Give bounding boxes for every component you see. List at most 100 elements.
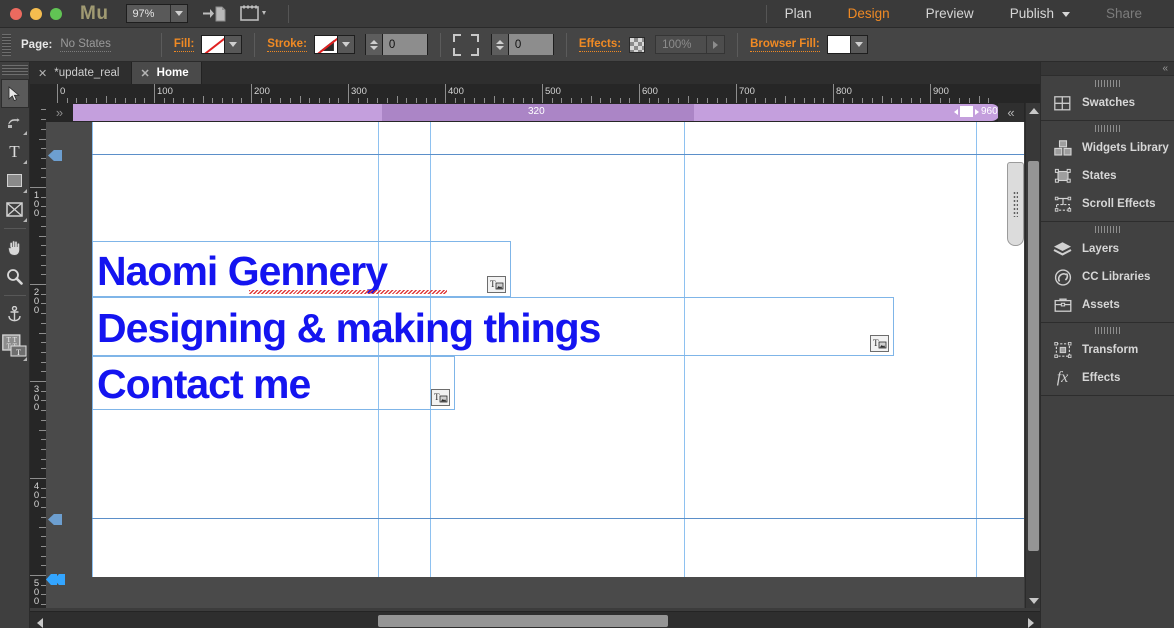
breakpoint-marker-960[interactable]: 960 (954, 106, 998, 117)
design-canvas[interactable]: Naomi Gennery T Designing & making thing… (46, 122, 1024, 608)
page-bottom-marker[interactable] (46, 574, 65, 585)
rectangle-tool[interactable] (1, 166, 29, 195)
corner-radius-stepper[interactable]: 0 (490, 34, 554, 55)
stroke-dropdown-button[interactable] (337, 35, 355, 54)
text-frame-headline[interactable]: Naomi Gennery T (92, 241, 511, 297)
crop-tool[interactable] (1, 108, 29, 137)
property-bar-grip[interactable] (2, 33, 11, 56)
zoom-level-field[interactable]: 97% (126, 4, 189, 23)
panel-item-swatches[interactable]: Swatches (1041, 89, 1174, 117)
horizontal-ruler[interactable]: 0 100 200 300 400 500 600 700 800 900 (30, 84, 1040, 103)
scroll-right-button[interactable] (1023, 615, 1038, 628)
text-frame-subhead[interactable]: Designing & making things T (92, 297, 894, 356)
menu-item-plan[interactable]: Plan (767, 6, 830, 21)
menu-item-share[interactable]: Share (1088, 6, 1160, 21)
hand-tool[interactable] (1, 233, 29, 262)
ruler-label: 100 (31, 190, 42, 217)
vertical-scroll-thumb[interactable] (1028, 161, 1039, 551)
vertical-scrollbar[interactable] (1025, 103, 1040, 608)
panel-group-swatches: Swatches (1041, 80, 1174, 121)
corner-radius-value[interactable]: 0 (508, 34, 553, 55)
page-states-value[interactable]: No States (60, 38, 111, 52)
tab-update-real[interactable]: ✕ *update_real (30, 62, 133, 84)
tools-panel-grip[interactable] (1, 65, 28, 75)
minimize-window-button[interactable] (30, 7, 42, 20)
anchor-tool[interactable] (1, 300, 29, 329)
effects-swatch[interactable] (629, 36, 646, 53)
breakpoint-expand-icon[interactable]: » (46, 103, 73, 122)
page-surface[interactable]: Naomi Gennery T Designing & making thing… (92, 122, 1024, 577)
guide-vertical[interactable] (976, 122, 977, 577)
panel-group-grip[interactable] (1094, 327, 1121, 334)
text-tool[interactable]: T (1, 137, 29, 166)
text-frame-contact[interactable]: Contact me T (92, 356, 455, 410)
selection-tool[interactable] (0, 79, 29, 108)
stroke-weight-arrows[interactable] (365, 34, 383, 55)
breakpoint-collapse-button[interactable]: « (998, 103, 1024, 122)
stroke-weight-stepper[interactable]: 0 (364, 34, 428, 55)
text-frame-badge-icon[interactable]: T (487, 276, 506, 293)
text-frame-tool[interactable]: T T T T T (1, 329, 29, 363)
right-panel-collapse-button[interactable]: « (1041, 62, 1174, 76)
ruler-label: 100 (157, 86, 173, 97)
panel-item-layers[interactable]: Layers (1041, 235, 1174, 263)
new-page-icon[interactable] (202, 5, 226, 22)
text-frame-badge-icon[interactable]: T (870, 335, 889, 352)
scroll-down-button[interactable] (1026, 593, 1041, 608)
placeholder-tool[interactable] (1, 195, 29, 224)
chevron-right-icon (1027, 617, 1034, 628)
panel-group-transform: Transform fx Effects (1041, 327, 1174, 396)
horizontal-scroll-thumb[interactable] (378, 615, 668, 627)
panel-item-assets[interactable]: Assets (1041, 291, 1174, 319)
menu-item-preview[interactable]: Preview (908, 6, 992, 21)
corner-radius-arrows[interactable] (491, 34, 509, 55)
zoom-dropdown-button[interactable] (170, 5, 188, 22)
scroll-up-button[interactable] (1026, 103, 1041, 118)
fill-swatch-control[interactable] (201, 35, 243, 54)
panel-item-cc-libraries[interactable]: CC Libraries (1041, 263, 1174, 291)
panel-item-widgets-library[interactable]: Widgets Library (1041, 134, 1174, 162)
ruler-tick (784, 96, 786, 103)
headline-text[interactable]: Naomi Gennery (97, 248, 388, 295)
page-width-handle[interactable] (1007, 162, 1024, 246)
tab-home[interactable]: ✕ Home (132, 62, 202, 84)
fill-none-swatch[interactable] (201, 35, 226, 54)
guide-horizontal[interactable] (92, 154, 1024, 155)
panel-group-grip[interactable] (1094, 125, 1121, 132)
close-icon[interactable]: ✕ (38, 67, 47, 80)
fill-dropdown-button[interactable] (225, 35, 243, 54)
browser-fill-swatch[interactable] (826, 35, 851, 54)
guide-horizontal[interactable] (92, 518, 1024, 519)
menu-item-publish[interactable]: Publish (992, 6, 1088, 21)
scroll-left-button[interactable] (32, 615, 47, 628)
opacity-field[interactable]: 100% (655, 35, 726, 54)
ruler-label: 0 (60, 86, 66, 97)
menu-item-design[interactable]: Design (830, 6, 908, 21)
vertical-ruler[interactable]: 100 200 300 400 500 (30, 103, 46, 608)
text-frame-badge-icon[interactable]: T (431, 389, 450, 406)
subhead-text[interactable]: Designing & making things (97, 305, 601, 352)
opacity-slider-button[interactable] (706, 36, 725, 53)
browser-fill-dropdown-button[interactable] (850, 35, 868, 54)
browser-fill-control[interactable] (826, 35, 868, 54)
close-window-button[interactable] (10, 7, 22, 20)
stroke-swatch-control[interactable] (313, 35, 355, 54)
horizontal-scrollbar[interactable] (30, 611, 1040, 628)
panel-group-grip[interactable] (1094, 80, 1121, 87)
panel-item-effects[interactable]: fx Effects (1041, 364, 1174, 392)
panel-item-transform[interactable]: Transform (1041, 336, 1174, 364)
panel-group-grip[interactable] (1094, 226, 1121, 233)
stroke-weight-value[interactable]: 0 (382, 34, 427, 55)
contact-text[interactable]: Contact me (97, 361, 311, 408)
panel-item-states[interactable]: States (1041, 162, 1174, 190)
panel-item-label: Layers (1082, 243, 1120, 255)
breakpoint-bar[interactable]: » 320 960 « (46, 103, 1040, 122)
panel-item-scroll-effects[interactable]: Scroll Effects (1041, 190, 1174, 218)
maximize-window-button[interactable] (50, 7, 62, 20)
close-icon[interactable]: ✕ (140, 67, 149, 80)
stroke-none-swatch[interactable] (313, 35, 338, 54)
zoom-tool[interactable] (1, 262, 29, 291)
breakpoint-handle[interactable] (960, 106, 973, 117)
preview-device-icon[interactable] (240, 5, 270, 22)
ruler-tick (639, 84, 640, 103)
